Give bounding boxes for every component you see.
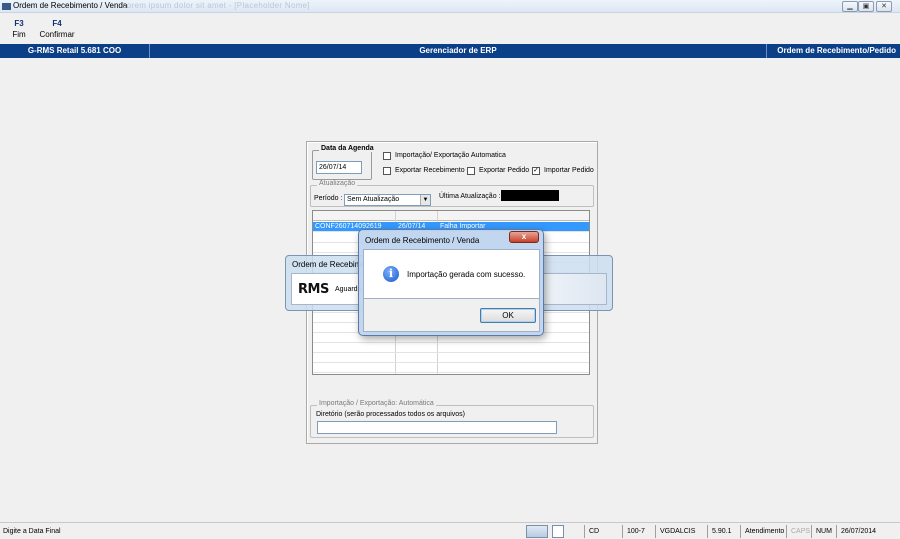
minimize-button[interactable]: ▁ xyxy=(842,1,858,12)
diretorio-label: Diretório (serão processados todos os ar… xyxy=(316,411,466,418)
rms-logo: RMS xyxy=(298,282,329,297)
export-pedido-label: Exportar Pedido xyxy=(479,167,530,174)
agenda-date-input[interactable]: 26/07/14 xyxy=(316,161,362,174)
status-date: 26/07/2014 xyxy=(836,525,876,538)
window-title: Ordem de Recebimento / Venda xyxy=(13,1,128,10)
info-icon: i xyxy=(383,266,399,282)
window-title-blurred: Lorem ipsum dolor sit amet - [Placeholde… xyxy=(122,1,310,10)
status-caps: CAPS xyxy=(786,525,810,538)
window-titlebar: Ordem de Recebimento / Venda Lorem ipsum… xyxy=(0,0,900,13)
status-bar: Digite a Data Final CD 100-7 VGDALCIS 5.… xyxy=(0,522,900,539)
progress-title: Ordem de Recebime xyxy=(292,260,366,269)
monitor-icon[interactable] xyxy=(526,525,548,538)
dialog-footer: OK xyxy=(363,299,540,332)
diretorio-input[interactable] xyxy=(317,421,557,434)
status-mode: Atendimento xyxy=(740,525,784,538)
app-icon xyxy=(2,3,11,10)
fim-button[interactable]: F3 Fim xyxy=(10,19,28,39)
dialog-title: Ordem de Recebimento / Venda xyxy=(365,236,480,245)
status-store: 100-7 xyxy=(622,525,645,538)
message-dialog: Ordem de Recebimento / Venda x i Importa… xyxy=(358,229,544,336)
auto-import-label: Importação/ Exportação Automatica xyxy=(395,152,506,159)
grid-header xyxy=(313,211,589,221)
agenda-group: Data da Agenda 26/07/14 xyxy=(312,145,376,180)
status-hint: Digite a Data Final xyxy=(3,528,61,535)
status-user: VGDALCIS xyxy=(655,525,695,538)
chevron-down-icon[interactable]: ▼ xyxy=(420,195,430,205)
periodo-value: Sem Atualização xyxy=(347,196,400,203)
export-receb-label: Exportar Recebimento xyxy=(395,167,465,174)
clipboard-icon[interactable] xyxy=(552,525,564,538)
app-header: G-RMS Retail 5.681 COO Gerenciador de ER… xyxy=(0,44,900,58)
status-version: 5.90.1 xyxy=(707,525,731,538)
dialog-body: i Importação gerada com sucesso. xyxy=(363,249,540,299)
table-row[interactable] xyxy=(313,363,589,373)
import-pedido-label: Importar Pedido xyxy=(544,167,594,174)
confirmar-button[interactable]: F4 Confirmar xyxy=(38,19,76,39)
periodo-select[interactable]: Sem Atualização ▼ xyxy=(344,194,431,206)
dialog-close-button[interactable]: x xyxy=(509,231,539,243)
ultima-atualizacao-label: Última Atualização : xyxy=(439,193,501,200)
confirmar-key: F4 xyxy=(52,19,62,28)
fim-label: Fim xyxy=(12,30,26,39)
table-row[interactable] xyxy=(313,353,589,363)
export-pedido-checkbox[interactable] xyxy=(467,167,475,175)
agenda-legend: Data da Agenda xyxy=(319,145,376,152)
dialog-message: Importação gerada com sucesso. xyxy=(407,270,526,279)
header-module: Gerenciador de ERP xyxy=(419,46,497,55)
auto-import-checkbox[interactable] xyxy=(383,152,391,160)
auto-group: Importação / Exportação: Automática Dire… xyxy=(310,400,594,438)
ultima-atualizacao-value xyxy=(501,190,559,201)
toolbar: F3 Fim F4 Confirmar xyxy=(0,14,900,43)
confirmar-label: Confirmar xyxy=(39,30,75,39)
close-button[interactable]: ✕ xyxy=(876,1,892,12)
fim-key: F3 xyxy=(14,19,24,28)
atualizacao-group: Atualização Período : Sem Atualização ▼ … xyxy=(310,180,594,207)
status-num: NUM xyxy=(811,525,832,538)
ok-button[interactable]: OK xyxy=(480,308,536,323)
atualizacao-legend: Atualização xyxy=(317,180,358,187)
close-icon: x xyxy=(521,232,527,241)
header-screen: Ordem de Recebimento/Pedido xyxy=(766,44,900,58)
table-row[interactable] xyxy=(313,343,589,353)
status-cd: CD xyxy=(584,525,599,538)
header-product: G-RMS Retail 5.681 COO xyxy=(0,44,150,58)
import-pedido-checkbox[interactable]: ✓ xyxy=(532,167,540,175)
restore-button[interactable]: ▣ xyxy=(858,1,874,12)
auto-legend: Importação / Exportação: Automática xyxy=(317,400,436,407)
export-receb-checkbox[interactable] xyxy=(383,167,391,175)
periodo-label: Período : xyxy=(314,195,343,202)
